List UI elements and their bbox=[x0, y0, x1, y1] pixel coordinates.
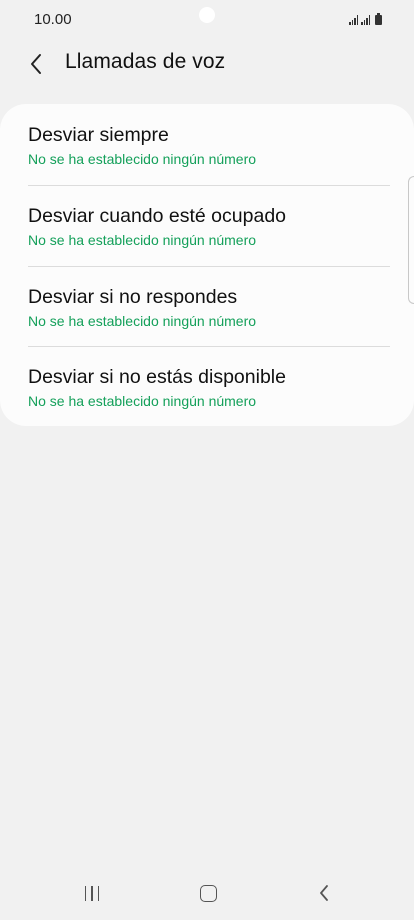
app-bar: Llamadas de voz bbox=[0, 36, 414, 92]
recent-apps-icon bbox=[84, 885, 100, 901]
home-button[interactable] bbox=[188, 876, 228, 910]
signal-icon bbox=[361, 15, 370, 25]
back-icon bbox=[320, 885, 328, 901]
battery-icon bbox=[375, 13, 382, 25]
list-item-forward-no-answer[interactable]: Desviar si no respondes No se ha estable… bbox=[0, 266, 414, 346]
nav-back-button[interactable] bbox=[304, 876, 344, 910]
home-icon bbox=[199, 884, 217, 902]
status-time: 10.00 bbox=[34, 11, 72, 28]
scrollbar[interactable] bbox=[408, 176, 414, 304]
status-bar: 10.00 bbox=[0, 0, 414, 36]
item-title: Desviar si no respondes bbox=[28, 286, 238, 308]
item-subtitle: No se ha establecido ningún número bbox=[28, 313, 257, 329]
list-item-always-forward[interactable]: Desviar siempre No se ha establecido nin… bbox=[0, 104, 414, 184]
front-camera-cutout bbox=[199, 7, 215, 23]
signal-icon bbox=[349, 15, 358, 25]
back-button[interactable] bbox=[20, 48, 52, 80]
list-item-forward-unavailable[interactable]: Desviar si no estás disponible No se ha … bbox=[0, 346, 414, 426]
list-item-forward-when-busy[interactable]: Desviar cuando esté ocupado No se ha est… bbox=[0, 185, 414, 265]
item-title: Desviar siempre bbox=[28, 124, 169, 146]
page-title: Llamadas de voz bbox=[65, 50, 226, 73]
back-arrow-icon bbox=[31, 54, 41, 74]
navigation-bar bbox=[0, 866, 414, 920]
item-title: Desviar cuando esté ocupado bbox=[28, 205, 287, 227]
item-subtitle: No se ha establecido ningún número bbox=[28, 232, 257, 248]
item-subtitle: No se ha establecido ningún número bbox=[28, 393, 257, 409]
status-icons bbox=[349, 11, 382, 25]
item-title: Desviar si no estás disponible bbox=[28, 366, 286, 388]
item-subtitle: No se ha establecido ningún número bbox=[28, 151, 257, 167]
call-forwarding-list: Desviar siempre No se ha establecido nin… bbox=[0, 104, 414, 426]
recent-apps-button[interactable] bbox=[72, 876, 112, 910]
